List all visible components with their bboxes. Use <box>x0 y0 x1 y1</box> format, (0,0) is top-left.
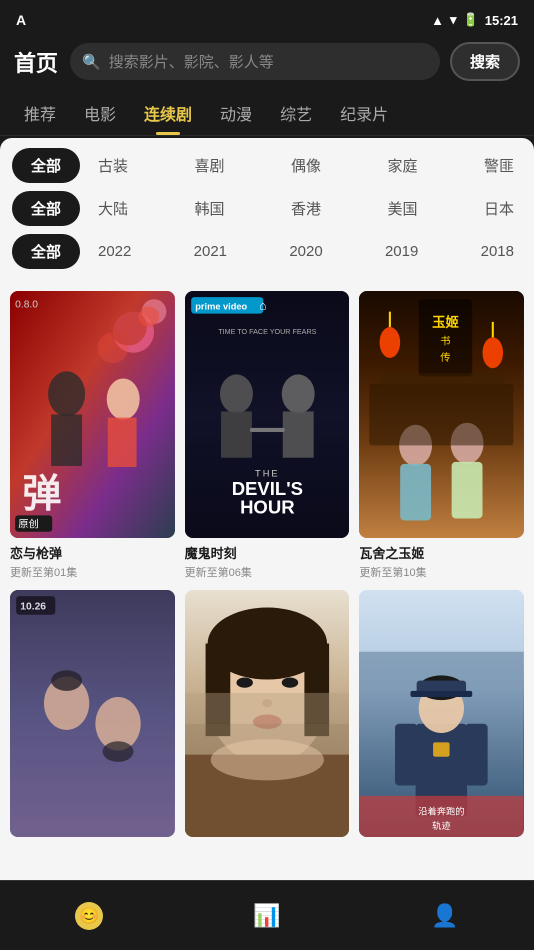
filter-tag-hanguo[interactable]: 韩国 <box>186 192 232 225</box>
filter-tag-meiguo[interactable]: 美国 <box>379 192 425 225</box>
filter-row-genre: 全部 古装 喜剧 偶像 家庭 警匪 <box>12 148 522 183</box>
poster-3: 玉姬 书 传 <box>359 291 524 538</box>
nav-item-home[interactable]: 😊 <box>55 894 123 938</box>
list-item[interactable]: 弹 原创 0.8.0 恋与枪弹 更新至第01集 <box>10 291 175 580</box>
tab-anime[interactable]: 动漫 <box>206 91 266 135</box>
item-sub-2: 更新至第06集 <box>185 564 350 580</box>
filter-tag-jiating[interactable]: 家庭 <box>379 149 425 182</box>
bottom-navigation: 😊 📊 👤 <box>0 880 534 950</box>
svg-text:玉姬: 玉姬 <box>432 314 459 330</box>
signal-icon: ▲ <box>431 13 444 28</box>
svg-text:prime video: prime video <box>195 302 247 312</box>
poster-4: 10.26 <box>10 590 175 837</box>
filter-tag-ouxiang[interactable]: 偶像 <box>283 149 329 182</box>
search-button[interactable]: 搜索 <box>450 42 520 81</box>
page-title: 首页 <box>14 46 60 78</box>
filter-tag-xiju[interactable]: 喜剧 <box>186 149 232 182</box>
time-display: 15:21 <box>485 13 518 28</box>
filter-tag-2021[interactable]: 2021 <box>186 237 235 266</box>
svg-text:轨迹: 轨迹 <box>432 820 451 831</box>
poster-5 <box>185 590 350 837</box>
genre-tags: 古装 喜剧 偶像 家庭 警匪 <box>90 149 522 182</box>
region-tags: 大陆 韩国 香港 美国 日本 <box>90 192 522 225</box>
year-tags: 2022 2021 2020 2019 2018 <box>90 237 522 266</box>
svg-text:THE: THE <box>255 468 280 478</box>
svg-text:HOUR: HOUR <box>240 496 295 517</box>
search-placeholder-text: 搜索影片、影院、影人等 <box>109 51 428 72</box>
filter-tag-2020[interactable]: 2020 <box>281 237 330 266</box>
nav-item-charts[interactable]: 📊 <box>233 894 301 938</box>
item-sub-1: 更新至第01集 <box>10 564 175 580</box>
list-item[interactable]: 10.26 <box>10 590 175 844</box>
filter-section: 全部 古装 喜剧 偶像 家庭 警匪 全部 大陆 韩国 香港 美国 日本 全部 2… <box>0 138 534 279</box>
filter-tag-riben[interactable]: 日本 <box>476 192 522 225</box>
svg-text:传: 传 <box>441 352 451 364</box>
tab-recommend[interactable]: 推荐 <box>10 91 70 135</box>
list-item[interactable] <box>185 590 350 844</box>
svg-text:书: 书 <box>441 336 451 348</box>
filter-tag-2018[interactable]: 2018 <box>473 237 522 266</box>
item-title-1: 恋与枪弹 <box>10 543 175 562</box>
svg-text:TIME TO FACE YOUR FEARS: TIME TO FACE YOUR FEARS <box>218 327 316 336</box>
poster-6: 沿着奔跑的 轨迹 <box>359 590 524 837</box>
filter-tag-dalu[interactable]: 大陆 <box>90 192 136 225</box>
list-item[interactable]: prime video ⌂ TIME TO FACE YOUR FEARS TH… <box>185 291 350 580</box>
list-item[interactable]: 沿着奔跑的 轨迹 <box>359 590 524 844</box>
item-title-3: 瓦舍之玉姬 <box>359 543 524 562</box>
nav-tabs: 推荐 电影 连续剧 动漫 综艺 纪录片 <box>0 91 534 136</box>
status-bar: A ▲ ▾ 🔋 15:21 <box>0 0 534 36</box>
carrier-label: A <box>16 12 26 28</box>
svg-text:弹: 弹 <box>22 473 61 516</box>
search-icon: 🔍 <box>82 53 101 71</box>
content-grid-section: 弹 原创 0.8.0 恋与枪弹 更新至第01集 <box>0 279 534 924</box>
filter-tag-guzhuang[interactable]: 古装 <box>90 149 136 182</box>
svg-text:⌂: ⌂ <box>259 299 266 313</box>
charts-icon: 📊 <box>253 902 281 930</box>
filter-row-region: 全部 大陆 韩国 香港 美国 日本 <box>12 191 522 226</box>
tab-movies[interactable]: 电影 <box>70 91 130 135</box>
item-title-2: 魔鬼时刻 <box>185 543 350 562</box>
list-item[interactable]: 玉姬 书 传 瓦舍之玉姬 更新至第10集 <box>359 291 524 580</box>
wifi-icon: ▾ <box>450 12 457 28</box>
header: 首页 🔍 搜索影片、影院、影人等 搜索 <box>0 36 534 91</box>
content-grid: 弹 原创 0.8.0 恋与枪弹 更新至第01集 <box>10 291 524 844</box>
search-bar[interactable]: 🔍 搜索影片、影院、影人等 <box>70 43 440 80</box>
filter-all-genre[interactable]: 全部 <box>12 148 80 183</box>
filter-tag-2022[interactable]: 2022 <box>90 237 139 266</box>
filter-all-year[interactable]: 全部 <box>12 234 80 269</box>
poster-2: prime video ⌂ TIME TO FACE YOUR FEARS TH… <box>185 291 350 538</box>
poster-1: 弹 原创 0.8.0 <box>10 291 175 538</box>
filter-tag-2019[interactable]: 2019 <box>377 237 426 266</box>
svg-text:0.8.0: 0.8.0 <box>15 299 38 310</box>
tab-series[interactable]: 连续剧 <box>130 91 206 135</box>
svg-text:原创: 原创 <box>18 518 39 531</box>
profile-icon: 👤 <box>431 902 459 930</box>
filter-row-year: 全部 2022 2021 2020 2019 2018 <box>12 234 522 269</box>
filter-tag-xianggang[interactable]: 香港 <box>283 192 329 225</box>
battery-icon: 🔋 <box>463 12 479 28</box>
filter-tag-jingfei[interactable]: 警匪 <box>476 149 522 182</box>
nav-item-profile[interactable]: 👤 <box>411 894 479 938</box>
home-icon: 😊 <box>75 902 103 930</box>
svg-text:沿着奔跑的: 沿着奔跑的 <box>419 805 465 816</box>
tab-variety[interactable]: 综艺 <box>266 91 326 135</box>
filter-all-region[interactable]: 全部 <box>12 191 80 226</box>
status-icons: ▲ ▾ 🔋 15:21 <box>431 12 518 28</box>
tab-documentary[interactable]: 纪录片 <box>326 91 402 135</box>
item-sub-3: 更新至第10集 <box>359 564 524 580</box>
